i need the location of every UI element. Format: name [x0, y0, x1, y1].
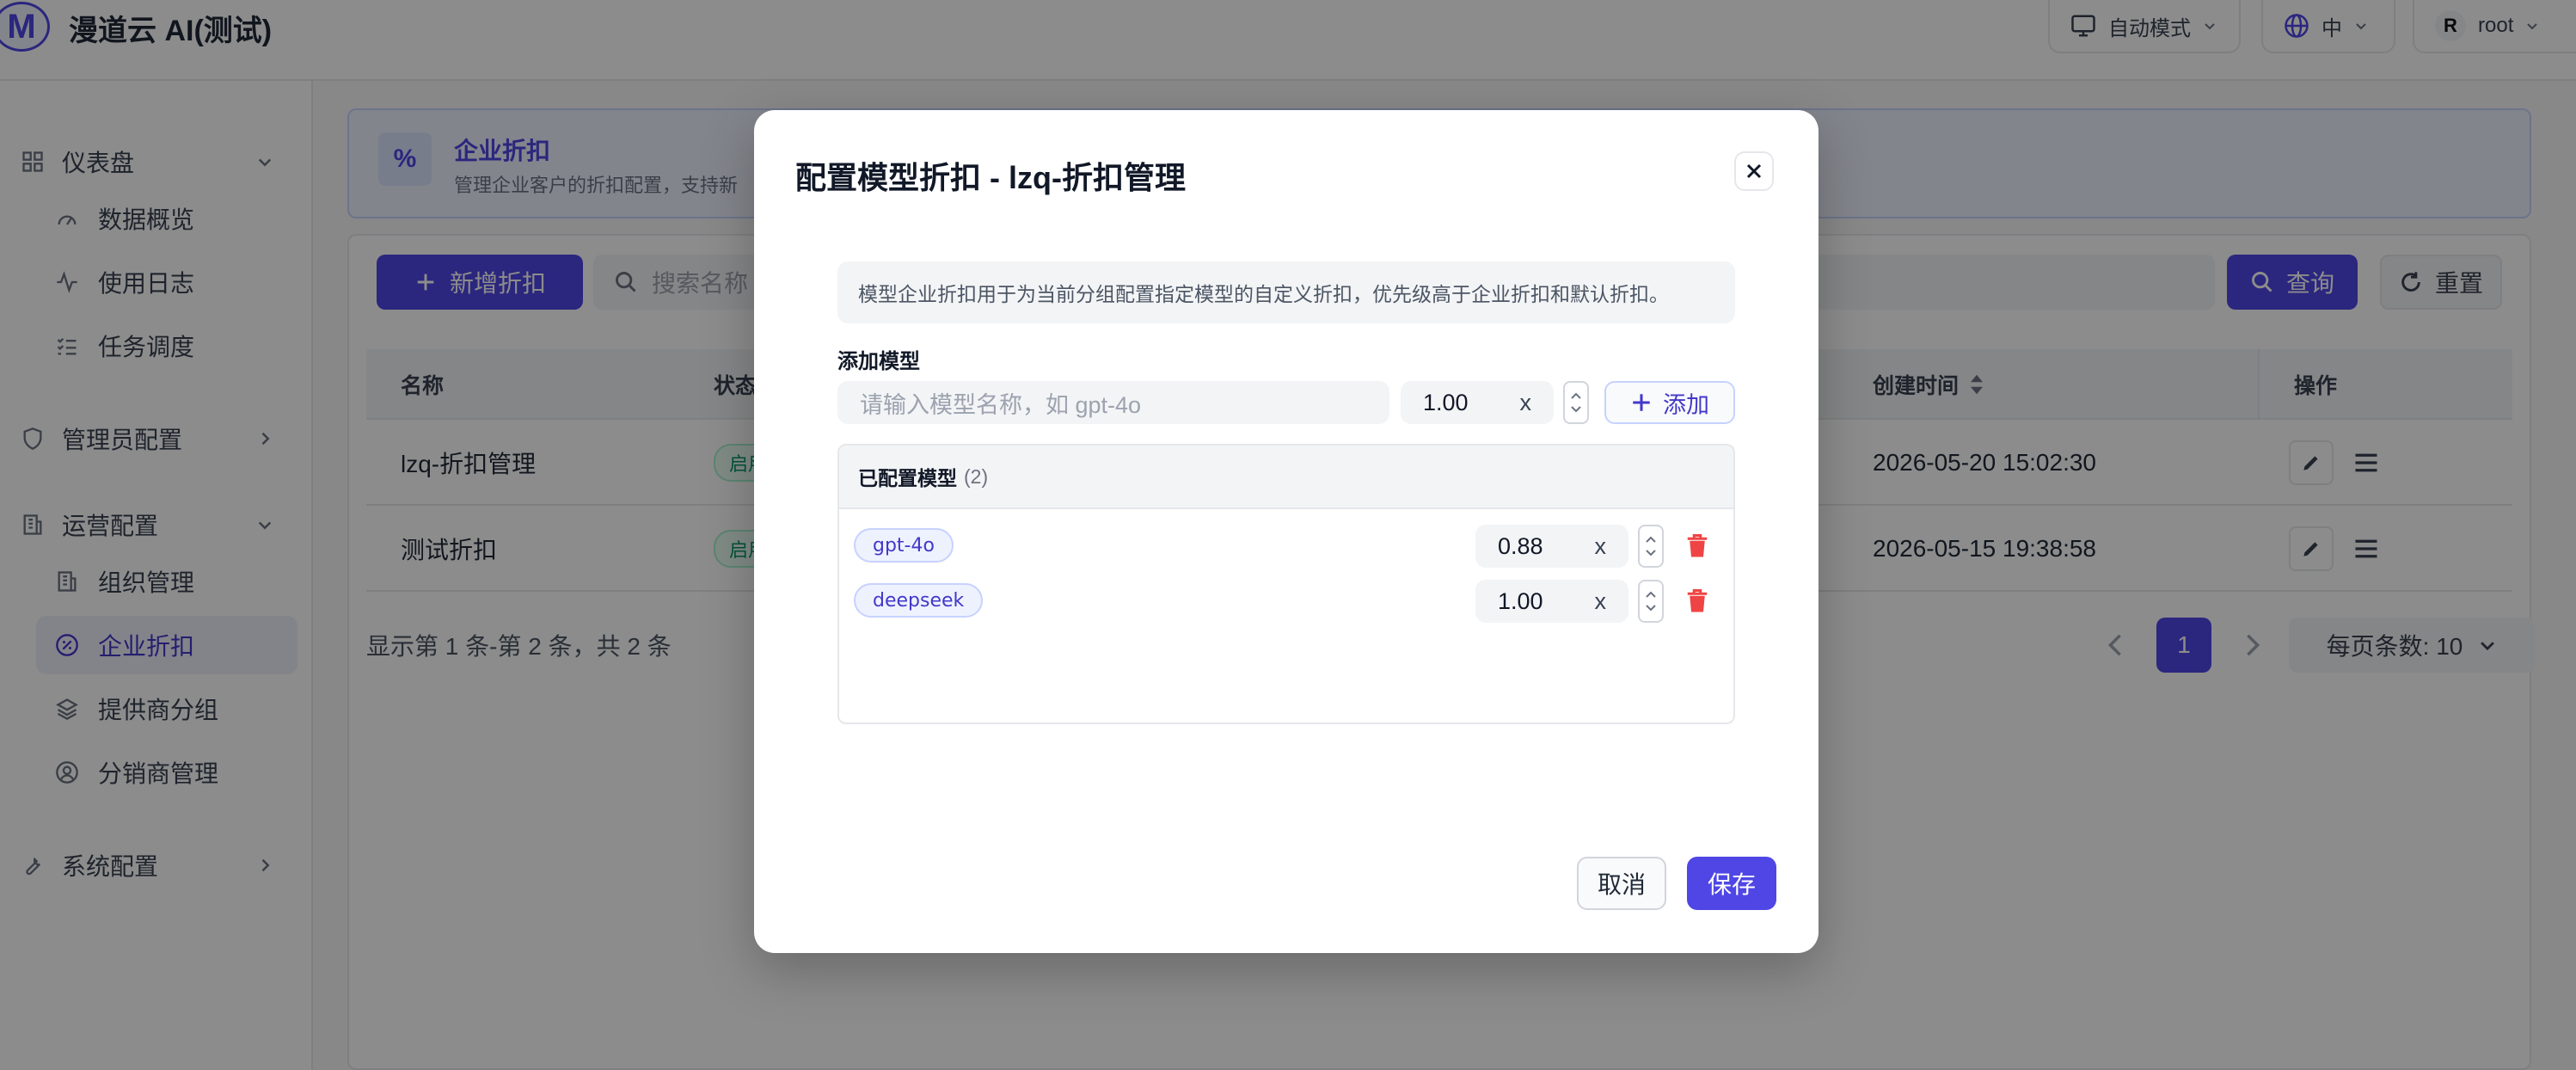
- new-discount-input[interactable]: 1.00 x: [1401, 381, 1554, 424]
- multiplier-symbol: x: [1519, 389, 1532, 415]
- chevron-down-icon: [1646, 550, 1656, 557]
- model-discount-stepper[interactable]: [1638, 580, 1664, 623]
- multiplier-symbol: x: [1594, 587, 1607, 614]
- new-discount-stepper[interactable]: [1563, 381, 1589, 424]
- configured-models-panel: 已配置模型 (2) gpt-4o 0.88 x deepseek 1.00 x: [837, 444, 1735, 724]
- model-name-placeholder: 请输入模型名称，如 gpt-4o: [860, 391, 1142, 418]
- save-button[interactable]: 保存: [1687, 857, 1776, 910]
- model-discount-value: 0.88: [1498, 532, 1543, 559]
- chevron-up-icon: [1646, 591, 1656, 598]
- model-discount-stepper[interactable]: [1638, 525, 1664, 568]
- model-discount-input[interactable]: 1.00 x: [1475, 580, 1628, 623]
- model-tag: gpt-4o: [854, 528, 954, 563]
- delete-model-button[interactable]: [1685, 532, 1709, 560]
- chevron-down-icon: [1646, 605, 1656, 612]
- configured-models-title: 已配置模型: [858, 467, 957, 489]
- close-button[interactable]: [1734, 151, 1774, 191]
- add-model-label: 添加模型: [837, 350, 920, 373]
- cancel-button[interactable]: 取消: [1577, 857, 1666, 910]
- chevron-up-icon: [1571, 392, 1581, 399]
- dialog-title: 配置模型折扣 - lzq-折扣管理: [795, 160, 1186, 195]
- add-model-button-label: 添加: [1663, 391, 1709, 418]
- multiplier-symbol: x: [1594, 532, 1607, 559]
- plus-icon: [1633, 394, 1650, 411]
- chevron-down-icon: [1571, 406, 1581, 413]
- close-icon: [1746, 163, 1762, 179]
- model-tag: deepseek: [854, 583, 984, 618]
- configured-models-count: (2): [964, 464, 989, 488]
- delete-model-button[interactable]: [1685, 587, 1709, 615]
- chevron-up-icon: [1646, 536, 1656, 543]
- trash-icon: [1687, 589, 1708, 612]
- add-model-button[interactable]: 添加: [1604, 381, 1735, 424]
- model-discount-value: 1.00: [1498, 587, 1543, 614]
- configured-models-header: 已配置模型 (2): [839, 446, 1733, 509]
- new-discount-value: 1.00: [1423, 389, 1469, 415]
- trash-icon: [1687, 534, 1708, 557]
- model-name-input[interactable]: 请输入模型名称，如 gpt-4o: [837, 381, 1389, 424]
- model-discount-input[interactable]: 0.88 x: [1475, 525, 1628, 568]
- info-text: 模型企业折扣用于为当前分组配置指定模型的自定义折扣，优先级高于企业折扣和默认折扣…: [837, 261, 1735, 323]
- configure-model-discount-dialog: 配置模型折扣 - lzq-折扣管理 模型企业折扣用于为当前分组配置指定模型的自定…: [754, 110, 1819, 953]
